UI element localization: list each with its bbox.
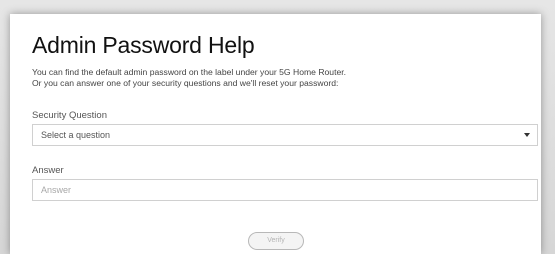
description-line-1: You can find the default admin password … xyxy=(32,67,347,77)
answer-label: Answer xyxy=(32,165,64,176)
security-question-select[interactable]: Select a question xyxy=(32,124,538,146)
caret-down-icon xyxy=(524,133,530,137)
help-description: You can find the default admin password … xyxy=(32,67,346,89)
admin-password-help-card: Admin Password Help You can find the def… xyxy=(10,14,541,254)
verify-button[interactable]: Verify xyxy=(248,232,304,250)
description-line-2: Or you can answer one of your security q… xyxy=(32,78,339,88)
page-title: Admin Password Help xyxy=(32,32,255,58)
page-background: Admin Password Help You can find the def… xyxy=(0,0,555,254)
answer-input[interactable] xyxy=(32,179,538,201)
security-question-selected-value: Select a question xyxy=(41,130,111,140)
security-question-label: Security Question xyxy=(32,110,107,121)
